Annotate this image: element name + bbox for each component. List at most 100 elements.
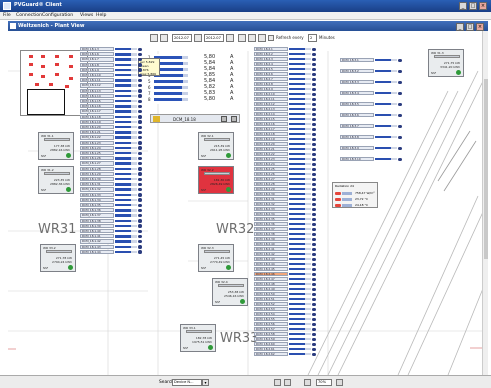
combiner-row[interactable]: DCM_18.2.31 [254, 197, 320, 202]
refresh-interval-input[interactable]: 2 [308, 34, 317, 42]
combiner-row[interactable]: DCM_18.1.15 [80, 99, 146, 104]
combiner-row[interactable]: DCM_18.1.33 [80, 192, 146, 198]
combiner-row[interactable]: DCM_18.2.42 [254, 252, 320, 257]
combiner-row[interactable]: DCM_18.3.9 [340, 146, 406, 151]
combiner-row[interactable]: DCM_18.2.56 [254, 322, 320, 327]
inverter-box[interactable]: WR 31.1 177,38 kW 2882,16 kWh NSF [38, 132, 74, 160]
combiner-row[interactable]: DCM_18.2.20 [254, 142, 320, 147]
zoom-fit-icon[interactable] [336, 379, 343, 386]
inverter-box[interactable]: WR 33.2 271,78 kW 2794,24 kWh NSF [40, 244, 76, 272]
combiner-row[interactable]: DCM_18.2.32 [254, 202, 320, 207]
inverter-box[interactable]: WR 32.4 253,38 kW 2546,16 kWh NSF [212, 278, 248, 306]
combiner-row[interactable]: DCM_18.2.35 [254, 217, 320, 222]
vertical-scrollbar[interactable] [482, 31, 488, 375]
close-button[interactable]: × [479, 2, 487, 10]
combiner-row[interactable]: DCM_18.1.34 [80, 197, 146, 203]
combiner-row[interactable]: DCM_18.2.41 [254, 247, 320, 252]
combiner-row[interactable]: DCM_18.3.8 [340, 135, 406, 140]
save-button[interactable] [160, 34, 168, 42]
check-icon[interactable] [248, 34, 256, 42]
date-from-picker[interactable] [194, 34, 202, 42]
search-input[interactable]: Device N... [172, 379, 202, 386]
binoculars-icon[interactable] [284, 379, 291, 386]
combiner-row[interactable]: DCM_18.1.36 [80, 208, 146, 213]
combiner-row[interactable]: DCM_18.2.22 [254, 152, 320, 157]
combiner-row[interactable]: DCM_18.1.39 [80, 223, 146, 229]
date-from-input[interactable]: 2012.07 [172, 34, 192, 42]
combiner-row[interactable]: DCM_18.2.29 [254, 187, 320, 192]
combiner-row[interactable]: DCM_18.1.32 [80, 187, 146, 192]
menu-help[interactable]: Help [96, 13, 106, 18]
details-button[interactable] [231, 116, 237, 122]
inner-close-button[interactable]: × [476, 23, 484, 31]
combiner-row[interactable]: DCM_18.2.18 [254, 132, 320, 137]
combiner-row[interactable]: DCM_18.2.19 [254, 137, 320, 142]
combiner-row[interactable]: DCM_18.1.18 [80, 114, 146, 120]
combiner-row[interactable]: DCM_18.1.31 [80, 182, 146, 187]
combiner-row[interactable]: DCM_18.3.4 [340, 91, 406, 96]
combiner-row[interactable]: DCM_18.2.62 [254, 352, 320, 357]
combiner-row[interactable]: DCM_18.2.11 [254, 97, 320, 102]
combiner-row[interactable]: DCM_18.1.25 [80, 151, 146, 156]
combiner-row[interactable]: DCM_18.2.55 [254, 317, 320, 322]
combiner-row[interactable]: DCM_18.2.60 [254, 342, 320, 347]
combiner-row[interactable]: DCM_18.2.26 [254, 172, 320, 177]
combiner-row[interactable]: DCM_18.2.36 [254, 222, 320, 227]
combiner-row[interactable]: DCM_18.2.13 [254, 107, 320, 112]
combiner-row[interactable]: DCM_18.1.28 [80, 166, 146, 172]
combiner-row[interactable]: DCM_18.2.6 [254, 72, 320, 77]
combiner-row[interactable]: DCM_18.2.40 [254, 242, 320, 247]
refresh-icon[interactable] [258, 34, 266, 42]
combiner-row[interactable]: DCM_18.2.15 [254, 117, 320, 122]
combiner-row[interactable]: DCM_18.2.54 [254, 312, 320, 317]
combiner-row[interactable]: DCM_18.1.30 [80, 177, 146, 182]
combiner-row[interactable]: DCM_18.2.27 [254, 177, 320, 182]
zoom-input[interactable]: 70% [316, 379, 332, 386]
inverter-box[interactable]: WR 31.2 223,35 kW 2882,36 kWh NSF [38, 166, 74, 194]
zoom-icon[interactable] [304, 379, 311, 386]
minimize-button[interactable]: _ [459, 2, 467, 10]
inner-maximize-button[interactable]: □ [466, 23, 474, 31]
combiner-row[interactable]: DCM_18.2.50 [254, 292, 320, 297]
combiner-row[interactable]: DCM_18.3.7 [340, 124, 406, 129]
inverter-box[interactable]: WR 32.3 271,45 kW 2770,49 kWh NSF [198, 244, 234, 272]
combiner-row[interactable]: DCM_18.2.4 [254, 62, 320, 67]
combiner-row[interactable]: DCM_18.1.6 [80, 52, 146, 57]
combiner-row[interactable]: DCM_18.1.12 [80, 83, 146, 88]
combiner-row[interactable]: DCM_18.2.1 [254, 47, 320, 52]
print-button[interactable] [150, 34, 158, 42]
combiner-row[interactable]: DCM_18.2.9 [254, 87, 320, 92]
combiner-row[interactable]: DCM_18.1.21 [80, 130, 146, 135]
combiner-row[interactable]: DCM_18.2.8 [254, 82, 320, 87]
combiner-row[interactable]: DCM_18.2.58 [254, 332, 320, 337]
inverter-box[interactable]: WR 31.3 271,75 kW 3341,20 kWh NSF [428, 49, 464, 77]
combiner-row[interactable]: DCM_18.1.17 [80, 109, 146, 114]
combiner-row[interactable]: DCM_18.1.19 [80, 119, 146, 125]
refresh-checkbox[interactable] [268, 35, 274, 41]
combiner-row[interactable]: DCM_18.2.5 [254, 67, 320, 72]
minimap[interactable] [20, 50, 88, 116]
combiner-row[interactable]: DCM_18.1.10 [80, 73, 146, 78]
search-dropdown-icon[interactable]: ▾ [202, 379, 209, 386]
menu-configuration[interactable]: Configuration [42, 13, 73, 18]
combiner-row[interactable]: DCM_18.2.16 [254, 122, 320, 127]
combiner-row[interactable]: DCM_18.2.28 [254, 182, 320, 187]
combiner-row[interactable]: DCM_18.1.44 [80, 249, 146, 255]
combiner-row[interactable]: DCM_18.2.21 [254, 147, 320, 152]
combiner-row[interactable]: DCM_18.1.7 [80, 57, 146, 62]
combiner-row[interactable]: DCM_18.2.45 [254, 267, 320, 272]
combiner-row[interactable]: DCM_18.1.38 [80, 218, 146, 224]
maximize-button[interactable]: □ [469, 2, 477, 10]
combiner-row[interactable]: DCM_18.2.33 [254, 207, 320, 212]
combiner-row[interactable]: DCM_18.1.23 [80, 140, 146, 146]
combiner-row[interactable]: DCM_18.1.24 [80, 145, 146, 151]
combiner-row[interactable]: DCM_18.1.35 [80, 203, 146, 208]
combiner-row[interactable]: DCM_18.3.10 [340, 157, 406, 162]
combiner-row[interactable]: DCM_18.2.52 [254, 302, 320, 307]
inner-minimize-button[interactable]: _ [456, 23, 464, 31]
combiner-row[interactable]: DCM_18.2.12 [254, 102, 320, 107]
combiner-row[interactable]: DCM_18.2.44 [254, 262, 320, 267]
find-button[interactable] [274, 379, 281, 386]
combiner-row[interactable]: DCM_18.1.40 [80, 229, 146, 234]
combiner-row[interactable]: DCM_18.2.3 [254, 57, 320, 62]
